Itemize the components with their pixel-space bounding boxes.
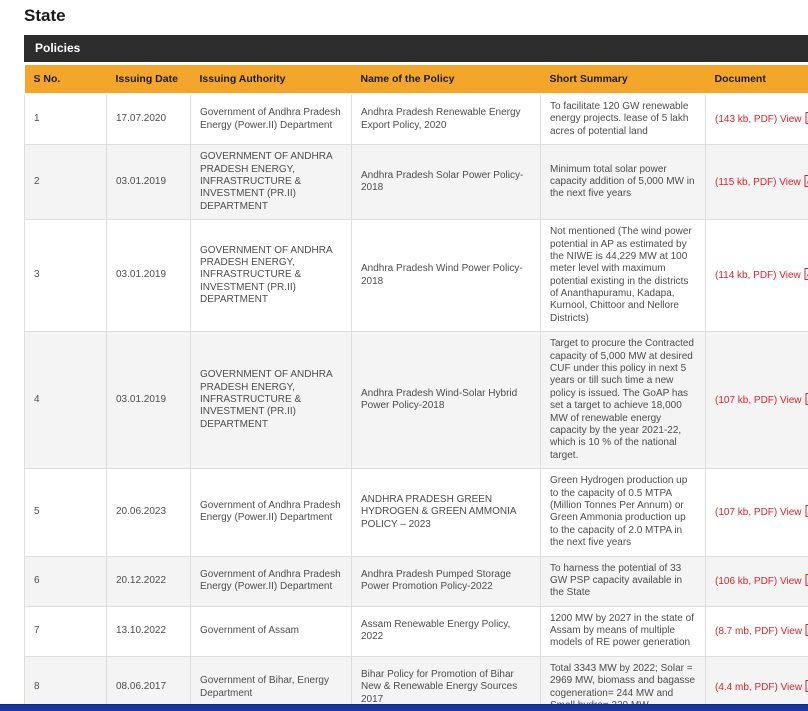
cell-issuing-authority: Government of Assam bbox=[191, 606, 352, 656]
cell-short-summary: To facilitate 120 GW renewable energy pr… bbox=[541, 94, 706, 145]
table-row: 403.01.2019GOVERNMENT OF ANDHRA PRADESH … bbox=[25, 332, 808, 469]
pdf-icon: A bbox=[805, 393, 808, 405]
policies-panel: Policies S No. Issuing Date Issuing Auth… bbox=[24, 35, 808, 711]
document-view-link[interactable]: (8.7 mb, PDF) ViewA bbox=[715, 626, 808, 637]
table-row: 303.01.2019GOVERNMENT OF ANDHRA PRADESH … bbox=[25, 220, 808, 332]
column-header-policy: Name of the Policy bbox=[352, 65, 541, 94]
cell-document: (4.4 mb, PDF) ViewA bbox=[706, 656, 808, 711]
cell-document: (106 kb, PDF) ViewA bbox=[706, 556, 808, 606]
document-view-link[interactable]: (106 kb, PDF) ViewA bbox=[715, 576, 808, 587]
document-view-link[interactable]: (107 kb, PDF) ViewA bbox=[715, 395, 808, 406]
table-row: 620.12.2022Government of Andhra Pradesh … bbox=[25, 556, 808, 606]
document-view-link[interactable]: (143 kb, PDF) ViewA bbox=[715, 114, 808, 125]
table-row: 117.07.2020Government of Andhra Pradesh … bbox=[25, 94, 808, 145]
pdf-icon: A bbox=[804, 175, 808, 187]
column-header-sno: S No. bbox=[25, 65, 107, 94]
table-row: 808.06.2017Government of Bihar, Energy D… bbox=[25, 656, 808, 711]
cell-policy-name: Andhra Pradesh Wind-Solar Hybrid Power P… bbox=[352, 332, 541, 469]
table-row: 520.06.2023Government of Andhra Pradesh … bbox=[25, 469, 808, 556]
document-view-link[interactable]: (4.4 mb, PDF) ViewA bbox=[715, 682, 808, 693]
column-header-summary: Short Summary bbox=[541, 65, 706, 94]
policies-panel-header: Policies bbox=[24, 35, 808, 62]
cell-sno: 6 bbox=[25, 556, 107, 606]
cell-short-summary: Total 3343 MW by 2022; Solar = 2969 MW, … bbox=[541, 656, 706, 711]
cell-document: (107 kb, PDF) ViewA bbox=[706, 469, 808, 556]
cell-issuing-date: 03.01.2019 bbox=[107, 332, 191, 469]
cell-policy-name: Bihar Policy for Promotion of Bihar New … bbox=[352, 656, 541, 711]
cell-issuing-date: 17.07.2020 bbox=[107, 94, 191, 145]
cell-issuing-authority: GOVERNMENT OF ANDHRA PRADESH ENERGY, INF… bbox=[191, 145, 352, 220]
cell-policy-name: Andhra Pradesh Renewable Energy Export P… bbox=[352, 94, 541, 145]
cell-issuing-authority: Government of Bihar, Energy Department bbox=[191, 656, 352, 711]
page-title: State bbox=[24, 6, 808, 26]
cell-short-summary: To harness the potential of 33 GW PSP ca… bbox=[541, 556, 706, 606]
cell-issuing-date: 08.06.2017 bbox=[107, 656, 191, 711]
cell-sno: 1 bbox=[25, 94, 107, 145]
cell-sno: 5 bbox=[25, 469, 107, 556]
cell-issuing-date: 03.01.2019 bbox=[107, 145, 191, 220]
cell-issuing-date: 03.01.2019 bbox=[107, 220, 191, 332]
document-view-link[interactable]: (114 kb, PDF) ViewA bbox=[715, 270, 808, 281]
column-header-document: Document bbox=[706, 65, 808, 94]
cell-short-summary: Not mentioned (The wind power potential … bbox=[541, 220, 706, 332]
cell-issuing-date: 20.12.2022 bbox=[107, 556, 191, 606]
cell-policy-name: Andhra Pradesh Pumped Storage Power Prom… bbox=[352, 556, 541, 606]
cell-issuing-authority: GOVERNMENT OF ANDHRA PRADESH ENERGY, INF… bbox=[191, 220, 352, 332]
cell-issuing-date: 20.06.2023 bbox=[107, 469, 191, 556]
cell-short-summary: Target to procure the Contracted capacit… bbox=[541, 332, 706, 469]
cell-document: (143 kb, PDF) ViewA bbox=[706, 94, 808, 145]
pdf-icon: A bbox=[805, 112, 808, 124]
cell-policy-name: Assam Renewable Energy Policy, 2022 bbox=[352, 606, 541, 656]
pdf-icon: A bbox=[805, 574, 808, 586]
cell-short-summary: Green Hydrogen production up to the capa… bbox=[541, 469, 706, 556]
footer-bar bbox=[0, 704, 808, 711]
cell-issuing-authority: GOVERNMENT OF ANDHRA PRADESH ENERGY, INF… bbox=[191, 332, 352, 469]
cell-document: (8.7 mb, PDF) ViewA bbox=[706, 606, 808, 656]
cell-issuing-authority: Government of Andhra Pradesh Energy (Pow… bbox=[191, 94, 352, 145]
pdf-icon: A bbox=[805, 505, 808, 517]
cell-policy-name: Andhra Pradesh Wind Power Policy-2018 bbox=[352, 220, 541, 332]
cell-policy-name: Andhra Pradesh Solar Power Policy-2018 bbox=[352, 145, 541, 220]
cell-sno: 3 bbox=[25, 220, 107, 332]
cell-issuing-authority: Government of Andhra Pradesh Energy (Pow… bbox=[191, 469, 352, 556]
cell-sno: 8 bbox=[25, 656, 107, 711]
cell-short-summary: Minimum total solar power capacity addit… bbox=[541, 145, 706, 220]
cell-sno: 2 bbox=[25, 145, 107, 220]
cell-document: (115 kb, PDF) ViewA bbox=[706, 145, 808, 220]
table-header-row: S No. Issuing Date Issuing Authority Nam… bbox=[25, 65, 808, 94]
table-row: 713.10.2022Government of AssamAssam Rene… bbox=[25, 606, 808, 656]
cell-sno: 7 bbox=[25, 606, 107, 656]
document-view-link[interactable]: (115 kb, PDF) ViewA bbox=[715, 177, 808, 188]
column-header-authority: Issuing Authority bbox=[191, 65, 352, 94]
cell-short-summary: 1200 MW by 2027 in the state of Assam by… bbox=[541, 606, 706, 656]
cell-document: (114 kb, PDF) ViewA bbox=[706, 220, 808, 332]
cell-document: (107 kb, PDF) ViewA bbox=[706, 332, 808, 469]
document-view-link[interactable]: (107 kb, PDF) ViewA bbox=[715, 507, 808, 518]
cell-issuing-authority: Government of Andhra Pradesh Energy (Pow… bbox=[191, 556, 352, 606]
policies-table: S No. Issuing Date Issuing Authority Nam… bbox=[24, 65, 808, 711]
cell-sno: 4 bbox=[25, 332, 107, 469]
column-header-date: Issuing Date bbox=[107, 65, 191, 94]
cell-policy-name: ANDHRA PRADESH GREEN HYDROGEN & GREEN AM… bbox=[352, 469, 541, 556]
table-row: 203.01.2019GOVERNMENT OF ANDHRA PRADESH … bbox=[25, 145, 808, 220]
cell-issuing-date: 13.10.2022 bbox=[107, 606, 191, 656]
pdf-icon: A bbox=[804, 268, 808, 280]
